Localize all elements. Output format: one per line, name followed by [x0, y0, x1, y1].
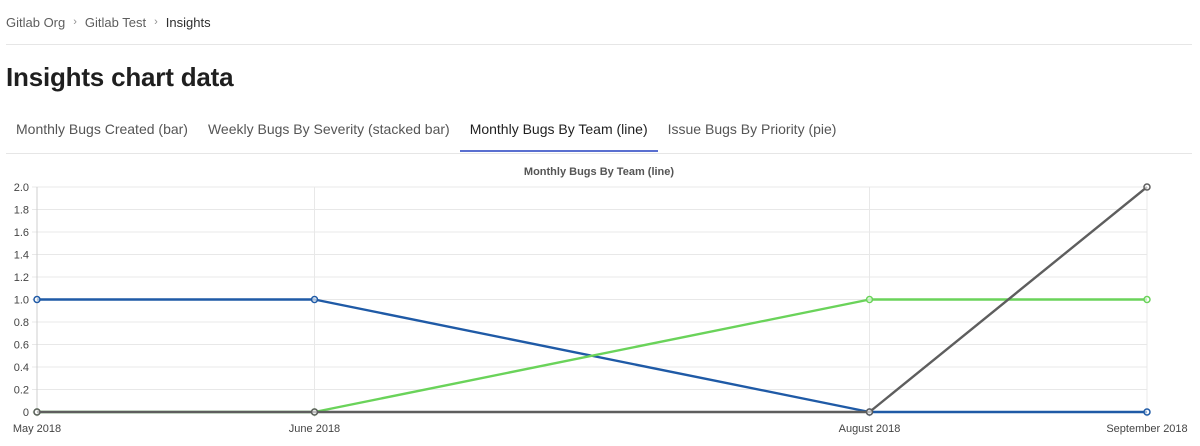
y-tick-label: 1.2 [14, 272, 29, 284]
series-line-2 [37, 298, 1147, 414]
series-point [865, 295, 874, 304]
breadcrumb-item-project[interactable]: Gitlab Test [85, 15, 146, 30]
y-tick-label: 0.8 [14, 317, 29, 329]
y-tick-label: 0 [23, 407, 29, 419]
series-point [33, 408, 41, 416]
chart-axes: 0 0.2 0.4 0.6 0.8 1.0 1.2 1.4 1.6 1.8 2.0 May 2018 J… [13, 182, 1188, 435]
y-tick-label: 2.0 [14, 182, 29, 194]
chevron-right-icon: › [154, 16, 158, 28]
tab-monthly-bugs-created[interactable]: Monthly Bugs Created (bar) [6, 108, 198, 152]
y-tick-label: 1.0 [14, 295, 29, 307]
y-tick-label: 0.2 [14, 385, 29, 397]
series-point [310, 408, 319, 416]
series-point [1143, 183, 1151, 191]
chart-title: Monthly Bugs By Team (line) [524, 166, 674, 178]
x-tick-label: August 2018 [839, 423, 901, 435]
y-tick-label: 0.4 [14, 362, 29, 374]
series-point [865, 408, 874, 416]
series-point [1143, 408, 1151, 416]
breadcrumb-item-group[interactable]: Gitlab Org [6, 15, 65, 30]
chart-grid [32, 186, 1148, 417]
x-tick-label: May 2018 [13, 423, 61, 435]
breadcrumb: Gitlab Org › Gitlab Test › Insights [6, 13, 211, 31]
tab-issue-bugs-by-priority[interactable]: Issue Bugs By Priority (pie) [658, 108, 847, 152]
y-tick-label: 1.4 [14, 250, 29, 262]
chart-tabs: Monthly Bugs Created (bar) Weekly Bugs B… [6, 108, 1192, 154]
y-tick-label: 0.6 [14, 340, 29, 352]
breadcrumb-item-current: Insights [165, 14, 211, 30]
header-divider [6, 44, 1192, 45]
y-tick-label: 1.8 [14, 205, 29, 217]
tab-monthly-bugs-by-team[interactable]: Monthly Bugs By Team (line) [459, 108, 658, 152]
page-title: Insights chart data [6, 62, 234, 92]
x-tick-label: June 2018 [289, 423, 340, 435]
y-tick-label: 1.6 [14, 227, 29, 239]
line-chart-svg: Monthly Bugs By Team (line) 0 0.2 0.4 0.6 0.… [13, 166, 1188, 435]
series-point [1143, 295, 1151, 304]
series-point [33, 295, 41, 304]
series-point [310, 295, 319, 304]
tab-weekly-bugs-by-severity[interactable]: Weekly Bugs By Severity (stacked bar) [198, 108, 460, 152]
chevron-right-icon: › [73, 16, 77, 28]
line-chart: Monthly Bugs By Team (line) 0 0.2 0.4 0.6 0.… [0, 160, 1200, 441]
x-tick-label: September 2018 [1106, 423, 1187, 435]
